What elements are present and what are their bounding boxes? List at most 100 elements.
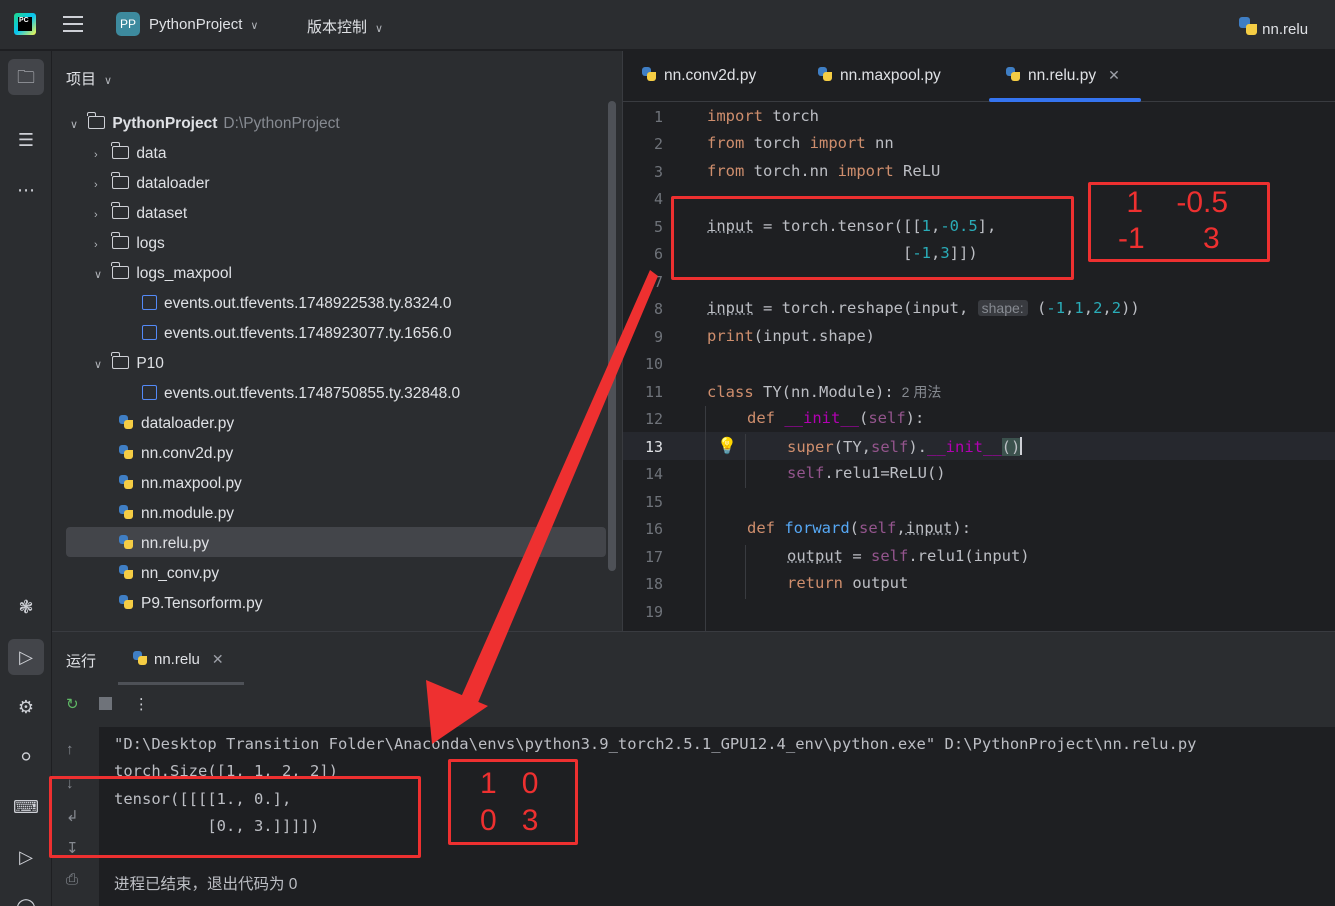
vcs-menu[interactable]: 版本控制 ∨ [307, 16, 383, 37]
line-number: 7 [653, 273, 663, 291]
tree-item-nn-conv-py[interactable]: nn_conv.py [118, 559, 219, 589]
tree-item-label: nn_conv.py [141, 565, 220, 582]
code-line: output = self.relu1(input) [787, 547, 1030, 565]
close-icon[interactable]: ✕ [212, 651, 224, 667]
tool-window-bar: 🗀 ☰ ⋯ ❃ ▷ ⚙ ⚪ ⌨ ▷ ◯ [0, 51, 52, 906]
chevron-down-icon: ∨ [250, 20, 259, 32]
stop-icon[interactable] [98, 697, 112, 710]
more-options-icon[interactable]: ⋮ [134, 696, 149, 713]
tree-item-logs-maxpool[interactable]: ∨ logs_maxpool [94, 259, 232, 289]
tab-nn-conv2d[interactable]: nn.conv2d.py [641, 66, 756, 85]
tree-item-label: logs [136, 235, 165, 252]
tree-item-label: nn.conv2d.py [141, 445, 234, 462]
python-file-icon [1238, 16, 1258, 36]
rerun-icon[interactable]: ↻ [66, 696, 79, 713]
tree-item-dataset[interactable]: › dataset [94, 199, 187, 229]
tree-item-label: P9.Tensorform.py [141, 595, 263, 612]
folder-icon [111, 142, 130, 159]
tree-item-tfevents[interactable]: events.out.tfevents.1748923077.ty.1656.0 [142, 319, 452, 349]
more-icon[interactable]: ⋯ [8, 172, 44, 208]
python-file-icon [118, 414, 134, 430]
editor-tabs: nn.conv2d.py nn.maxpool.py nn.relu.py ✕ [623, 51, 1335, 102]
python-file-icon [118, 504, 134, 520]
tree-item-data[interactable]: › data [94, 139, 166, 169]
project-switcher[interactable]: PythonProject ∨ [149, 16, 258, 33]
tree-item-p10[interactable]: ∨ P10 [94, 349, 164, 379]
tfevents-file-icon [142, 295, 157, 310]
python-file-icon [132, 650, 148, 666]
run-tab-nn-relu[interactable]: nn.relu ✕ [132, 650, 224, 668]
tree-item-nn-conv2d-py[interactable]: nn.conv2d.py [118, 439, 233, 469]
tree-item-label: events.out.tfevents.1748923077.ty.1656.0 [164, 325, 452, 342]
run-config-selector[interactable]: nn.relu [1238, 16, 1308, 38]
chevron-down-icon: ∨ [94, 359, 103, 371]
line-number: 9 [653, 328, 663, 346]
active-tab-indicator [989, 98, 1141, 102]
tree-item-label: P10 [136, 355, 164, 372]
code-line: self.relu1=ReLU() [787, 464, 946, 482]
annotation-box-output [49, 776, 421, 858]
annotation-input-row2: -1 3 [1118, 222, 1220, 255]
run-tab-label: nn.relu [154, 651, 200, 668]
tree-item-tfevents[interactable]: events.out.tfevents.1748922538.ty.8324.0 [142, 289, 452, 319]
console-exit-line: 进程已结束，退出代码为 0 [114, 876, 298, 893]
tree-item-dataloader[interactable]: › dataloader [94, 169, 210, 199]
code-line: print(input.shape) [707, 327, 875, 345]
python-file-icon [118, 474, 134, 490]
tree-item-tfevents[interactable]: events.out.tfevents.1748750855.ty.32848.… [142, 379, 460, 409]
tree-item-nn-module-py[interactable]: nn.module.py [118, 499, 234, 529]
python-file-icon [118, 594, 134, 610]
tab-nn-relu[interactable]: nn.relu.py ✕ [1005, 66, 1120, 85]
usages-hint[interactable]: 2 用法 [902, 384, 942, 400]
param-hint: shape: [977, 300, 1028, 316]
chevron-down-icon: ∨ [104, 75, 113, 87]
tab-label: nn.relu.py [1028, 67, 1097, 84]
tfevents-file-icon [142, 385, 157, 400]
line-number: 15 [644, 493, 663, 511]
editor: nn.conv2d.py nn.maxpool.py nn.relu.py ✕ 1… [622, 51, 1335, 631]
tree-item-nn-relu-py[interactable]: nn.relu.py [118, 529, 209, 559]
code-line: import torch [707, 107, 819, 125]
tree-item-label: data [136, 145, 167, 162]
vcs-label: 版本控制 [307, 19, 368, 36]
python-file-icon [641, 66, 657, 82]
tree-item-nn-maxpool-py[interactable]: nn.maxpool.py [118, 469, 242, 499]
main-menu-icon[interactable] [63, 16, 83, 34]
project-panel-header[interactable]: 项目 ∨ [66, 68, 112, 89]
structure-icon[interactable]: ☰ [8, 122, 44, 158]
chevron-right-icon: › [94, 239, 98, 251]
folder-icon [111, 172, 130, 189]
debug-icon[interactable]: ❃ [8, 589, 44, 625]
tree-item-p9-tensorform-py[interactable]: P9.Tensorform.py [118, 589, 262, 619]
line-number: 2 [653, 135, 663, 153]
annotation-input-row1: 1 -0.5 [1118, 186, 1229, 219]
tree-root[interactable]: ∨ PythonProject D:\PythonProject [70, 109, 340, 139]
terminal-icon[interactable]: ⌨ [8, 789, 44, 825]
tree-item-label: logs_maxpool [136, 265, 232, 282]
project-badge[interactable]: PP [116, 12, 140, 36]
line-number: 16 [644, 520, 663, 538]
services-icon[interactable]: ⚙ [8, 689, 44, 725]
python-console-icon[interactable]: ⚪ [8, 739, 44, 775]
close-icon[interactable]: ✕ [1108, 67, 1120, 83]
tab-nn-maxpool[interactable]: nn.maxpool.py [817, 66, 941, 85]
text-caret [1020, 437, 1023, 455]
version-control-icon[interactable]: ◯ [8, 889, 44, 906]
folder-icon [111, 202, 130, 219]
scroll-up-icon[interactable]: ↑ [66, 741, 74, 758]
folder-icon [111, 232, 130, 249]
annotation-result-row1: 1 0 [480, 767, 539, 800]
lightbulb-icon[interactable]: 💡 [717, 436, 737, 456]
chevron-down-icon: ∨ [375, 23, 384, 35]
run-toolbar: ↻ ⋮ [66, 695, 149, 713]
problems-icon[interactable]: ▷ [8, 839, 44, 875]
pycharm-logo-icon[interactable]: PC [14, 13, 36, 35]
print-icon[interactable]: ⎙ [66, 871, 78, 888]
tree-item-dataloader-py[interactable]: dataloader.py [118, 409, 234, 439]
chevron-right-icon: › [94, 179, 98, 191]
project-scrollbar[interactable] [608, 101, 616, 571]
project-folder-icon[interactable]: 🗀 [8, 59, 44, 95]
run-icon[interactable]: ▷ [8, 639, 44, 675]
tree-item-logs[interactable]: › logs [94, 229, 165, 259]
folder-icon [111, 262, 130, 279]
